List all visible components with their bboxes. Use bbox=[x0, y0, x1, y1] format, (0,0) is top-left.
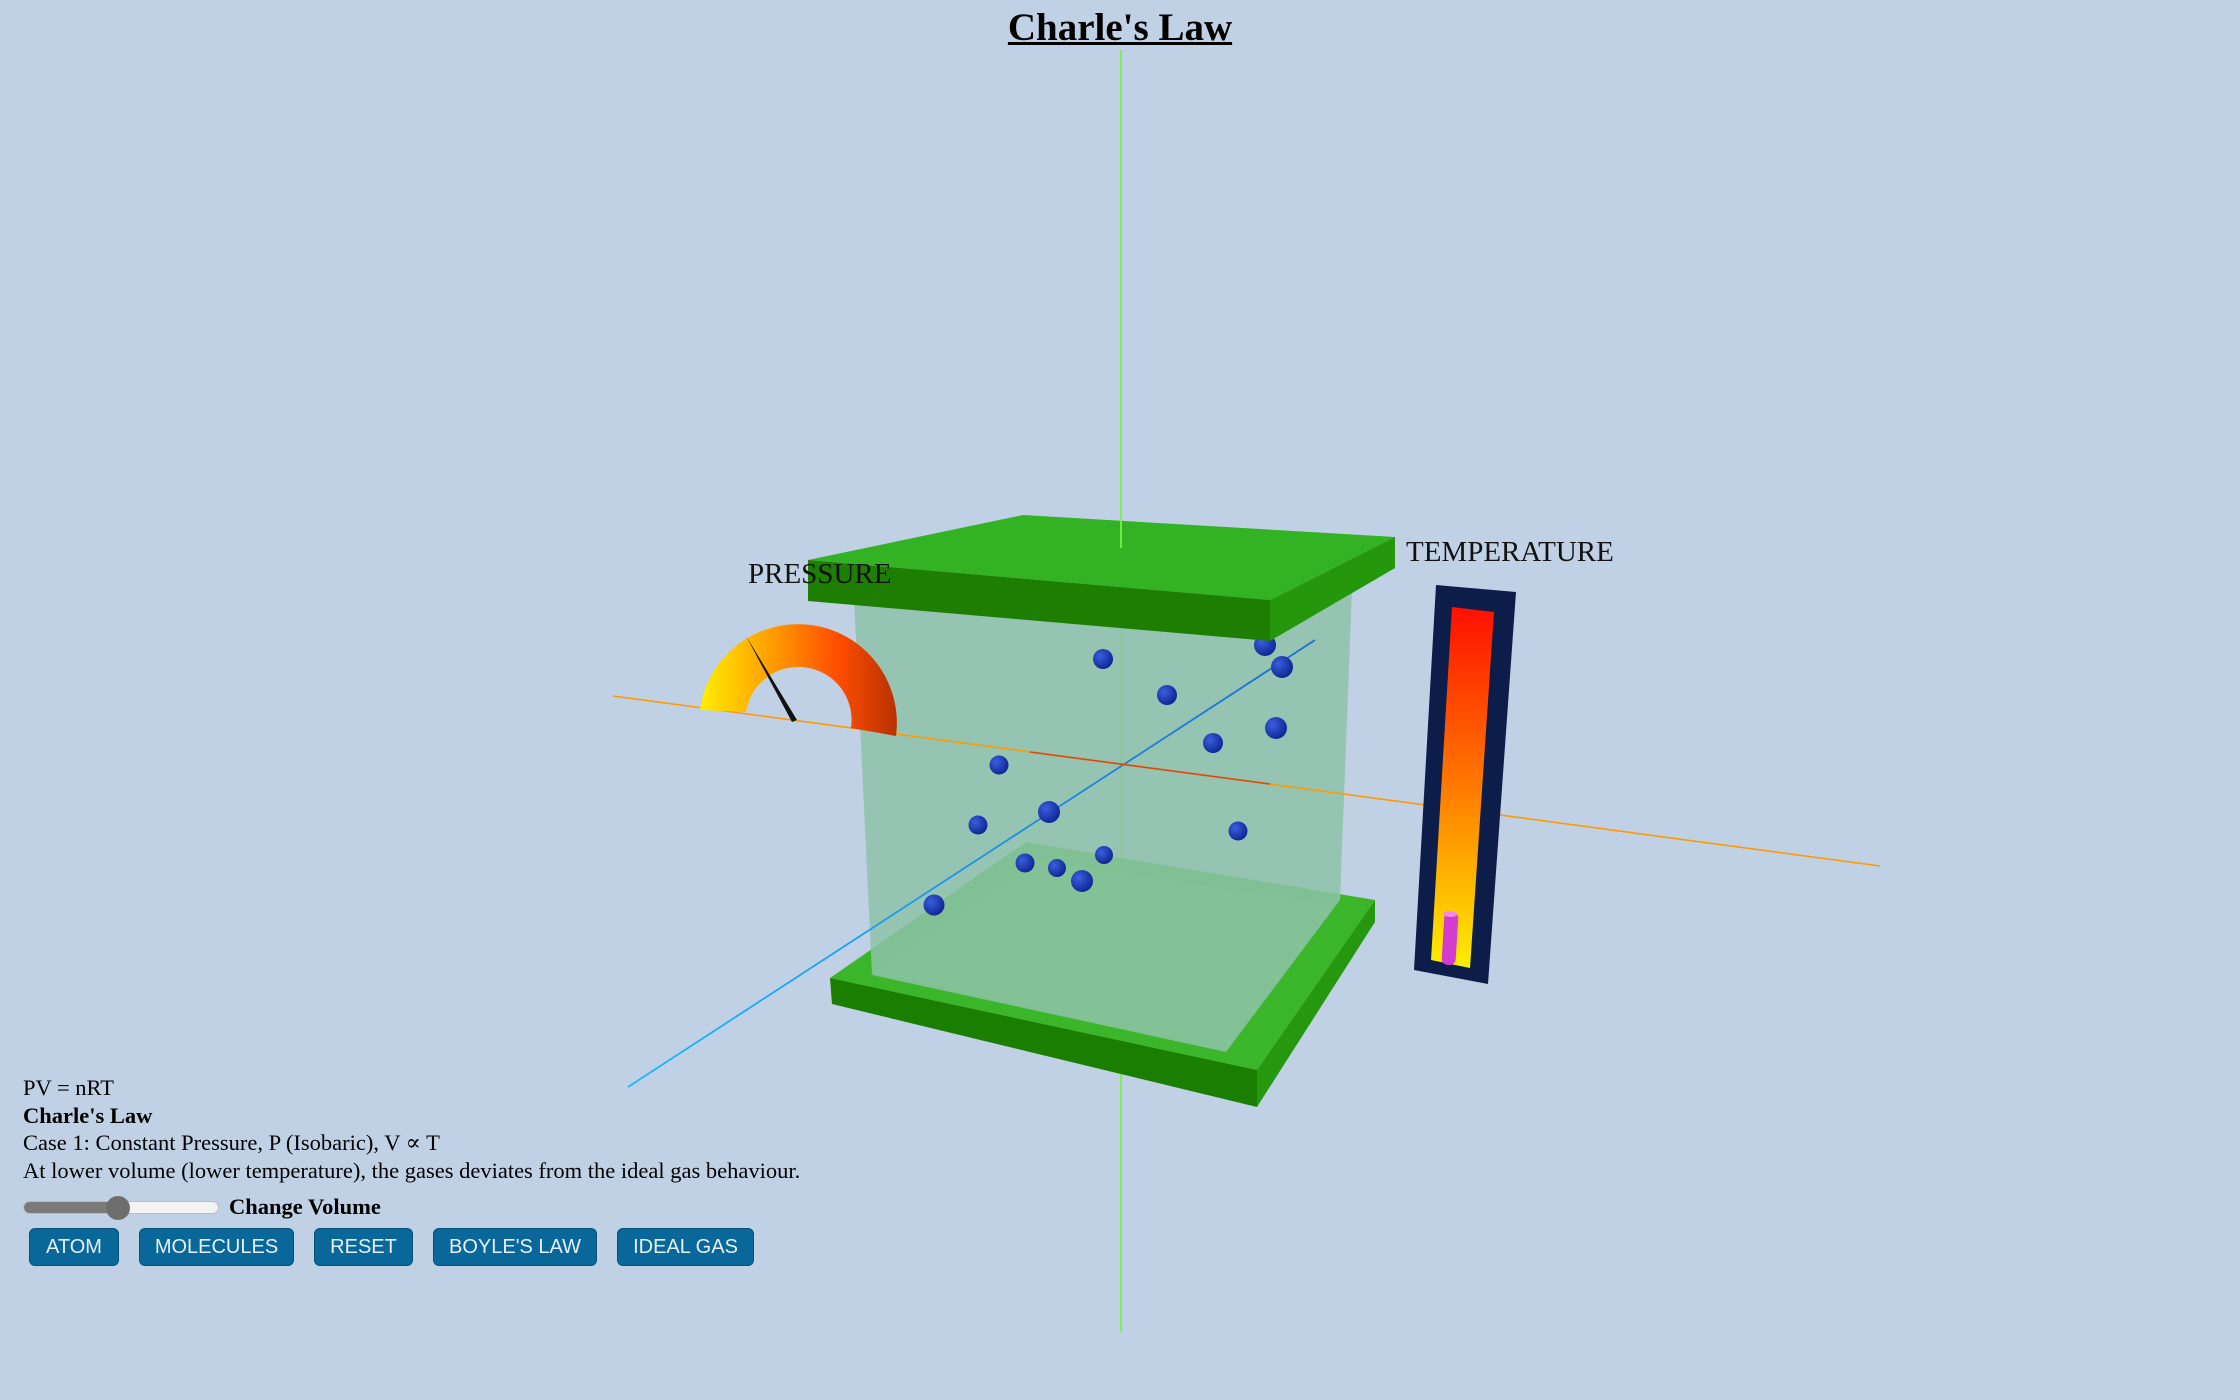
molecule-sphere-icon bbox=[1095, 846, 1113, 864]
ideal-gas-button[interactable]: IDEAL GAS bbox=[617, 1228, 754, 1266]
volume-slider-thumb[interactable] bbox=[106, 1195, 131, 1220]
boyles-law-button[interactable]: BOYLE'S LAW bbox=[433, 1228, 597, 1266]
molecules-button[interactable]: MOLECULES bbox=[139, 1228, 294, 1266]
molecule-sphere-icon bbox=[1093, 649, 1113, 669]
volume-slider-label: Change Volume bbox=[229, 1194, 381, 1219]
molecule-sphere-icon bbox=[923, 894, 945, 916]
simulation-canvas[interactable]: PRESSURE TEMPERATURE bbox=[0, 0, 2240, 1400]
molecule-sphere-icon bbox=[1265, 717, 1287, 739]
molecule-sphere-icon bbox=[1271, 656, 1293, 678]
volume-slider[interactable] bbox=[23, 1195, 219, 1220]
molecule-sphere-icon bbox=[1038, 801, 1060, 823]
info-panel: PV = nRT Charle's Law Case 1: Constant P… bbox=[23, 1074, 800, 1184]
case-text: Case 1: Constant Pressure, P (Isobaric),… bbox=[23, 1130, 440, 1155]
molecule-sphere-icon bbox=[1157, 685, 1177, 705]
molecule-sphere-icon bbox=[1071, 870, 1093, 892]
note-text: At lower volume (lower temperature), the… bbox=[23, 1157, 801, 1183]
volume-slider-fill bbox=[24, 1201, 119, 1213]
thermometer bbox=[1414, 585, 1516, 984]
pressure-label: PRESSURE bbox=[748, 558, 891, 590]
reset-button[interactable]: RESET bbox=[314, 1228, 413, 1266]
equation-text: PV = nRT bbox=[23, 1075, 114, 1100]
molecule-sphere-icon bbox=[968, 815, 988, 835]
volume-slider-row: Change Volume bbox=[23, 1192, 381, 1222]
temperature-label: TEMPERATURE bbox=[1406, 536, 1614, 568]
molecule-sphere-icon bbox=[1203, 733, 1223, 753]
button-bar: ATOM MOLECULES RESET BOYLE'S LAW IDEAL G… bbox=[29, 1228, 754, 1266]
molecule-sphere-icon bbox=[989, 755, 1009, 775]
molecule-sphere-icon bbox=[1048, 859, 1066, 877]
atom-button[interactable]: ATOM bbox=[29, 1228, 119, 1266]
molecule-sphere-icon bbox=[1015, 853, 1035, 873]
law-name: Charle's Law bbox=[23, 1102, 153, 1128]
molecule-sphere-icon bbox=[1228, 821, 1248, 841]
